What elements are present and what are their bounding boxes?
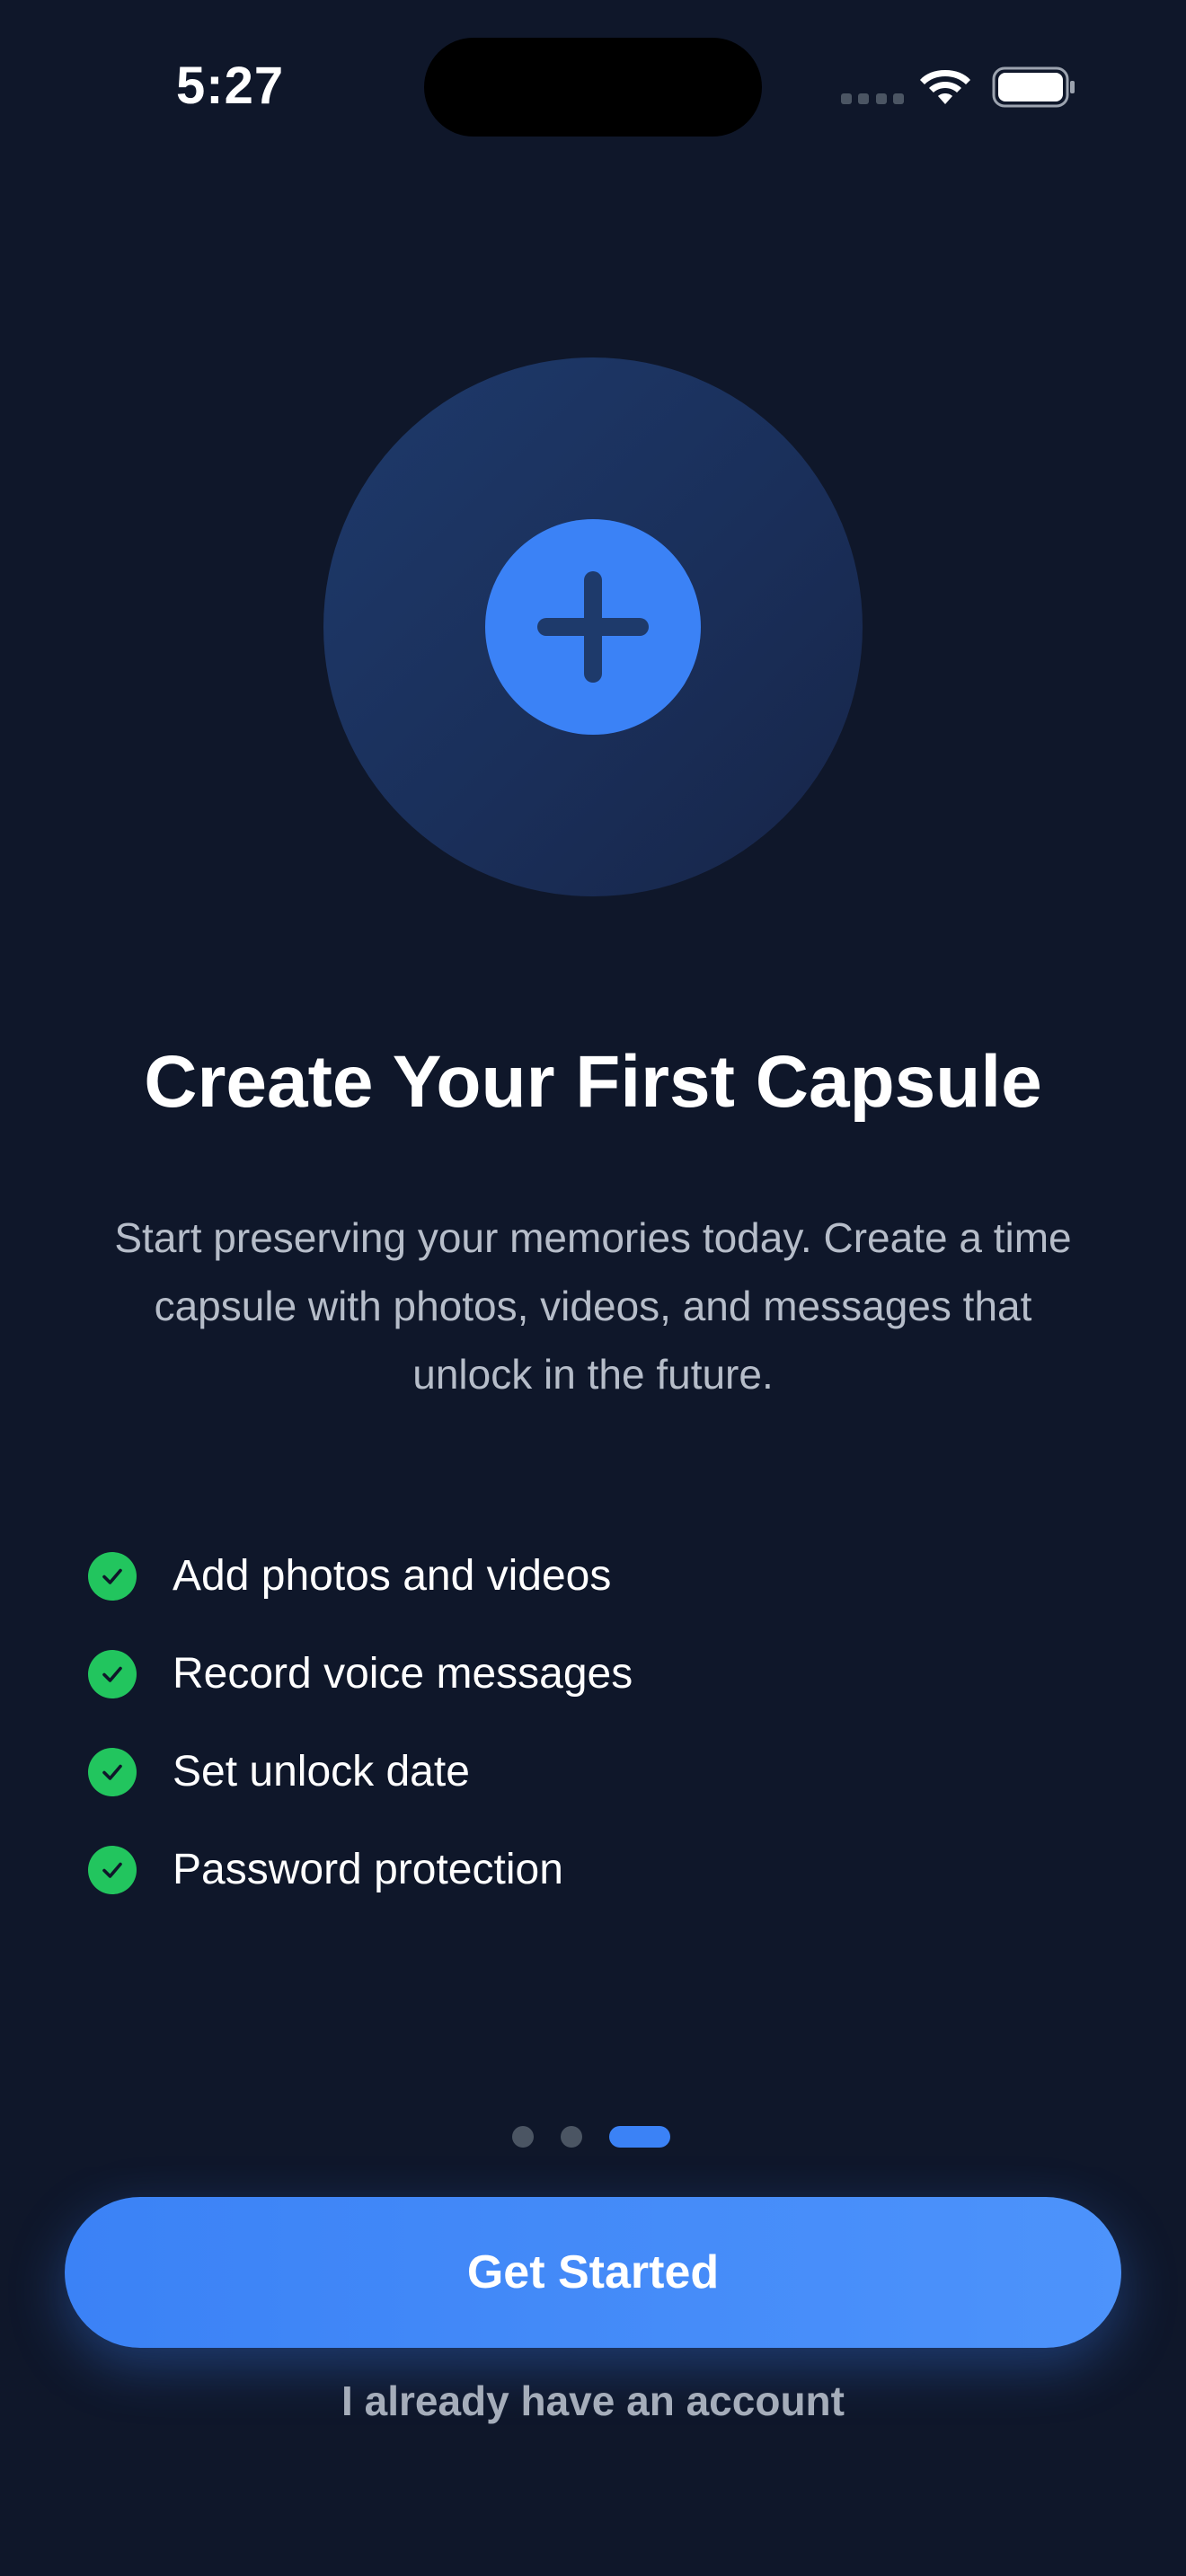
- feature-item: Record voice messages: [88, 1625, 1094, 1723]
- check-circle-icon: [88, 1845, 137, 1894]
- wifi-icon: [920, 70, 970, 104]
- status-time: 5:27: [176, 57, 285, 115]
- feature-list: Add photos and videos Record voice messa…: [88, 1527, 1094, 1919]
- feature-item: Add photos and videos: [88, 1527, 1094, 1625]
- plus-icon: [537, 571, 649, 683]
- battery-icon: [992, 66, 1075, 108]
- add-capsule-button[interactable]: [485, 519, 701, 735]
- page-title: Create Your First Capsule: [144, 1041, 1042, 1123]
- page-dot-2[interactable]: [561, 2126, 582, 2148]
- feature-item: Set unlock date: [88, 1723, 1094, 1821]
- page-indicator: [512, 2126, 670, 2148]
- check-circle-icon: [88, 1649, 137, 1698]
- existing-account-link[interactable]: I already have an account: [0, 2369, 1186, 2432]
- page-dot-1[interactable]: [512, 2126, 534, 2148]
- dynamic-island: [424, 38, 762, 137]
- status-bar: 5:27: [0, 0, 1186, 171]
- check-circle-icon: [88, 1747, 137, 1796]
- get-started-button[interactable]: Get Started: [65, 2197, 1121, 2348]
- feature-label: Record voice messages: [173, 1650, 633, 1698]
- feature-label: Add photos and videos: [173, 1552, 612, 1600]
- feature-label: Password protection: [173, 1846, 563, 1893]
- feature-label: Set unlock date: [173, 1748, 470, 1795]
- feature-item: Password protection: [88, 1821, 1094, 1919]
- page-dot-3-active[interactable]: [609, 2126, 670, 2148]
- page-subtitle: Start preserving your memories today. Cr…: [114, 1214, 1072, 1398]
- cellular-signal-icon: [841, 93, 904, 106]
- check-circle-icon: [88, 1551, 137, 1601]
